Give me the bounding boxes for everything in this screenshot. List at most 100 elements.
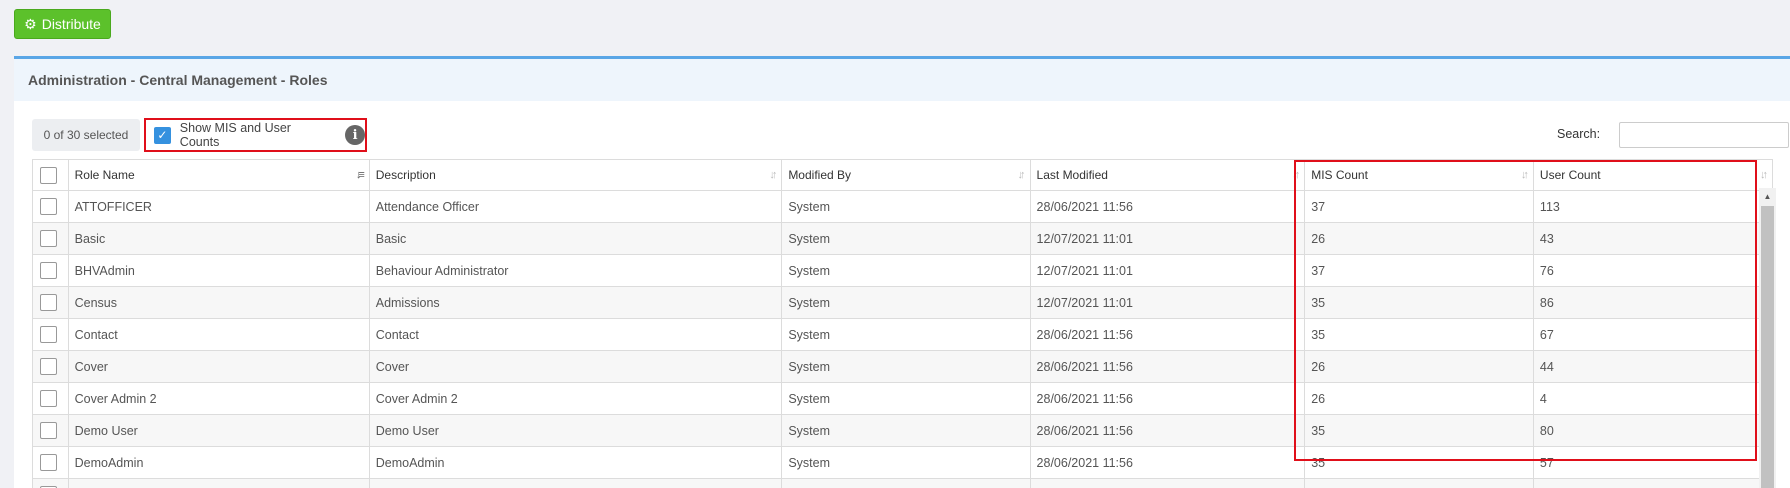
cell-last-modified: 28/06/2021 11:56 [1029, 318, 1306, 351]
cell-role-name: Cover Admin 2 [67, 382, 370, 415]
cell-role-name: BHVAdmin [67, 254, 370, 287]
table-row[interactable]: Cover Admin 2 Cover Admin 2 System 28/06… [32, 382, 1774, 415]
cell-description: Contact [368, 318, 783, 351]
cell-mis-count: 35 [1304, 318, 1534, 351]
cell-last-modified: 28/06/2021 11:56 [1029, 382, 1306, 415]
table-row[interactable]: Basic Basic System 12/07/2021 11:01 26 4… [32, 222, 1774, 255]
cell-mis-count: 35 [1304, 286, 1534, 319]
search-label: Search: [1557, 127, 1601, 141]
row-checkbox[interactable] [40, 454, 57, 471]
cell-last-modified: 28/06/2021 11:56 [1029, 414, 1306, 447]
cell-description: Basic [368, 222, 783, 255]
cell-mis-count: 26 [1304, 222, 1534, 255]
sort-icon: ↓↑ [1292, 169, 1300, 181]
sort-icon: ↓↑ [1760, 169, 1768, 181]
search-input[interactable] [1619, 122, 1789, 148]
show-counts-toggle[interactable]: ✓ Show MIS and User Counts i [144, 118, 367, 152]
cell-last-modified: 12/07/2021 11:01 [1029, 254, 1306, 287]
panel-title: Administration - Central Management - Ro… [14, 59, 1790, 101]
cell-modified-by: System [781, 286, 1031, 319]
table-row[interactable] [32, 478, 1774, 488]
column-header-mis-count[interactable]: MIS Count ↓↑ [1304, 159, 1534, 191]
table-row[interactable]: Contact Contact System 28/06/2021 11:56 … [32, 318, 1774, 351]
distribute-button[interactable]: ⚙ Distribute [14, 9, 111, 39]
column-header-description[interactable]: Description ↓↑ [368, 159, 783, 191]
cell-user-count: 76 [1532, 254, 1774, 287]
cell-mis-count [1304, 478, 1534, 488]
cell-last-modified: 12/07/2021 11:01 [1029, 286, 1306, 319]
row-checkbox[interactable] [40, 262, 57, 279]
table-row[interactable]: ATTOFFICER Attendance Officer System 28/… [32, 190, 1774, 223]
select-all-checkbox[interactable] [40, 166, 57, 184]
cell-modified-by [781, 478, 1031, 488]
cell-description: Demo User [368, 414, 783, 447]
cell-role-name: Demo User [67, 414, 370, 447]
cell-mis-count: 35 [1304, 414, 1534, 447]
cell-user-count: 43 [1532, 222, 1774, 255]
cell-user-count: 4 [1532, 382, 1774, 415]
roles-panel: Administration - Central Management - Ro… [14, 56, 1790, 488]
cell-role-name: Census [67, 286, 370, 319]
cell-modified-by: System [781, 446, 1031, 479]
cell-role-name: ATTOFFICER [67, 190, 370, 223]
cell-modified-by: System [781, 382, 1031, 415]
cell-description: Admissions [368, 286, 783, 319]
cell-description: Cover Admin 2 [368, 382, 783, 415]
row-checkbox[interactable] [40, 422, 57, 439]
sort-asc-icon: ↓≡ [355, 169, 365, 181]
scroll-up-arrow-icon[interactable]: ▲ [1759, 188, 1776, 205]
column-header-modified-by[interactable]: Modified By ↓↑ [781, 159, 1031, 191]
cell-last-modified: 28/06/2021 11:56 [1029, 350, 1306, 383]
cell-mis-count: 26 [1304, 350, 1534, 383]
row-checkbox[interactable] [40, 358, 57, 375]
row-checkbox[interactable] [40, 326, 57, 343]
cell-mis-count: 37 [1304, 190, 1534, 223]
column-header-last-modified[interactable]: Last Modified ↓↑ [1029, 159, 1306, 191]
info-icon[interactable]: i [345, 125, 365, 145]
cell-user-count: 44 [1532, 350, 1774, 383]
roles-table: Role Name ↓≡ Description ↓↑ Modified By ↓↑ … [32, 159, 1774, 488]
row-checkbox[interactable] [40, 294, 57, 311]
cell-modified-by: System [781, 414, 1031, 447]
cell-mis-count: 37 [1304, 254, 1534, 287]
cell-last-modified: 28/06/2021 11:56 [1029, 190, 1306, 223]
cell-user-count: 67 [1532, 318, 1774, 351]
scroll-thumb[interactable] [1761, 206, 1774, 488]
selection-count: 0 of 30 selected [32, 119, 140, 151]
cell-description [368, 478, 783, 488]
cell-modified-by: System [781, 318, 1031, 351]
gear-icon: ⚙ [24, 16, 37, 32]
column-header-role-name[interactable]: Role Name ↓≡ [67, 159, 370, 191]
cell-role-name: Cover [67, 350, 370, 383]
sort-icon: ↓↑ [769, 169, 777, 181]
column-header-user-count[interactable]: User Count ↓↑ [1532, 159, 1774, 191]
cell-last-modified [1029, 478, 1306, 488]
show-counts-label: Show MIS and User Counts [179, 121, 291, 149]
table-row[interactable]: Census Admissions System 12/07/2021 11:0… [32, 286, 1774, 319]
cell-modified-by: System [781, 254, 1031, 287]
table-header-row: Role Name ↓≡ Description ↓↑ Modified By ↓↑ … [32, 159, 1774, 191]
row-checkbox[interactable] [40, 230, 57, 247]
select-all-header[interactable] [32, 159, 69, 191]
cell-description: Attendance Officer [368, 190, 783, 223]
show-counts-checkbox[interactable]: ✓ [154, 126, 171, 144]
cell-user-count [1532, 478, 1774, 488]
cell-modified-by: System [781, 222, 1031, 255]
cell-user-count: 113 [1532, 190, 1774, 223]
cell-last-modified: 28/06/2021 11:56 [1029, 446, 1306, 479]
table-row[interactable]: DemoAdmin DemoAdmin System 28/06/2021 11… [32, 446, 1774, 479]
cell-mis-count: 35 [1304, 446, 1534, 479]
sort-icon: ↓↑ [1520, 169, 1529, 181]
table-row[interactable]: Cover Cover System 28/06/2021 11:56 26 4… [32, 350, 1774, 383]
distribute-label: Distribute [41, 16, 101, 32]
row-checkbox[interactable] [40, 198, 57, 215]
cell-role-name [67, 478, 370, 488]
cell-description: Behaviour Administrator [368, 254, 783, 287]
cell-user-count: 57 [1532, 446, 1774, 479]
cell-description: Cover [368, 350, 783, 383]
table-row[interactable]: BHVAdmin Behaviour Administrator System … [32, 254, 1774, 287]
table-scrollbar[interactable]: ▲ [1759, 188, 1776, 488]
row-checkbox[interactable] [40, 390, 57, 407]
table-row[interactable]: Demo User Demo User System 28/06/2021 11… [32, 414, 1774, 447]
cell-role-name: Basic [67, 222, 370, 255]
